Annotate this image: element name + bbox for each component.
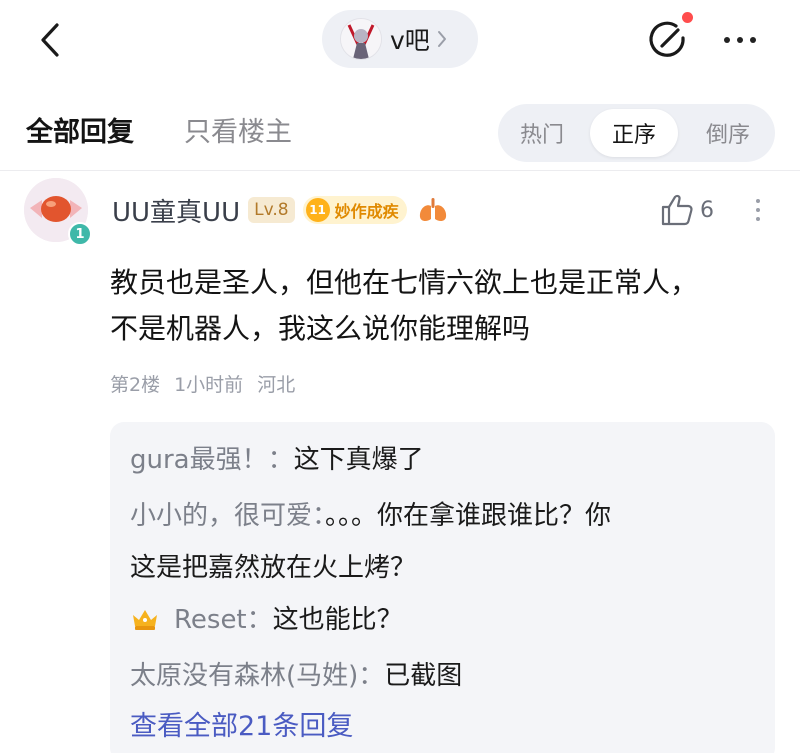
reply-box: gura最强！：这下真爆了 小小的，很可爱：。。。你在拿谁跟谁比？你 这是把嘉然… xyxy=(110,422,775,753)
author-row: UU童真UU Lv.8 11 妙作成疾 xyxy=(112,190,449,230)
lung-icon xyxy=(417,197,449,223)
filter-row: 全部回复 只看楼主 热门 正序 倒序 xyxy=(0,92,800,168)
sort-hot-button[interactable]: 热门 xyxy=(502,109,582,157)
title-badge: 11 妙作成疾 xyxy=(302,196,407,224)
level-badge: Lv.8 xyxy=(248,197,295,223)
reply-item[interactable]: Reset：这也能比？ xyxy=(130,594,750,650)
crown-icon xyxy=(130,598,160,650)
reply-item[interactable]: 小小的，很可爱：。。。你在拿谁跟谁比？你 这是把嘉然放在火上烤？ xyxy=(130,490,750,594)
reply-author[interactable]: Reset： xyxy=(174,605,273,635)
post-time: 1小时前 xyxy=(174,374,244,396)
more-icon[interactable] xyxy=(712,20,768,60)
author-avatar[interactable]: 1 xyxy=(24,178,94,248)
like-button[interactable]: 6 xyxy=(660,190,714,230)
post-content-line: 不是机器人，我这么说你能理解吗 xyxy=(110,312,531,345)
forum-name: v吧 xyxy=(390,26,430,55)
reply-item[interactable]: gura最强！：这下真爆了 xyxy=(130,434,750,486)
sort-toggle: 热门 正序 倒序 xyxy=(498,104,775,162)
reply-author[interactable]: 太原没有森林(马姓)： xyxy=(130,661,384,691)
back-button[interactable] xyxy=(28,18,72,62)
reply-text: 这下真爆了 xyxy=(293,445,424,475)
tab-op-only[interactable]: 只看楼主 xyxy=(184,110,292,149)
forum-entry-button[interactable]: v吧 xyxy=(322,10,478,68)
back-arrow-icon xyxy=(41,23,59,57)
thumbs-up-icon xyxy=(661,194,693,226)
reply-text: 这是把嘉然放在火上烤？ xyxy=(130,553,417,583)
title-level: 11 xyxy=(305,198,330,222)
reply-text: 已截图 xyxy=(384,661,463,691)
sort-descending-button[interactable]: 倒序 xyxy=(688,109,768,157)
share-icon[interactable] xyxy=(642,16,692,66)
reply-author[interactable]: gura最强！： xyxy=(130,445,294,475)
sort-ascending-button[interactable]: 正序 xyxy=(590,109,678,157)
post-content: 教员也是圣人，但他在七情六欲上也是正常人， 不是机器人，我这么说你能理解吗 xyxy=(110,260,780,352)
view-all-replies-link[interactable]: 查看全部21条回复 xyxy=(130,704,353,743)
reply-item[interactable]: 太原没有森林(马姓)：已截图 xyxy=(130,650,750,702)
post-more-icon[interactable] xyxy=(746,192,770,228)
post-content-line: 教员也是圣人，但他在七情六欲上也是正常人， xyxy=(110,266,699,299)
floor-number: 第2楼 xyxy=(110,374,161,396)
reply-text: 这也能比？ xyxy=(272,605,403,635)
divider xyxy=(0,170,800,171)
reply-text: 。。。你在拿谁跟谁比？你 xyxy=(325,501,612,531)
author-name[interactable]: UU童真UU xyxy=(112,192,240,229)
avatar-level-badge: 1 xyxy=(68,222,92,246)
tab-all-replies[interactable]: 全部回复 xyxy=(26,110,134,149)
post-meta: 第2楼 1小时前 河北 xyxy=(110,370,295,397)
chevron-right-icon xyxy=(436,29,448,49)
notification-dot xyxy=(682,12,693,23)
like-count: 6 xyxy=(700,197,714,223)
reply-author[interactable]: 小小的，很可爱： xyxy=(130,501,325,531)
title-text: 妙作成疾 xyxy=(334,202,399,221)
top-bar: v吧 xyxy=(0,0,800,80)
forum-avatar xyxy=(340,18,382,60)
post-location: 河北 xyxy=(257,374,296,396)
